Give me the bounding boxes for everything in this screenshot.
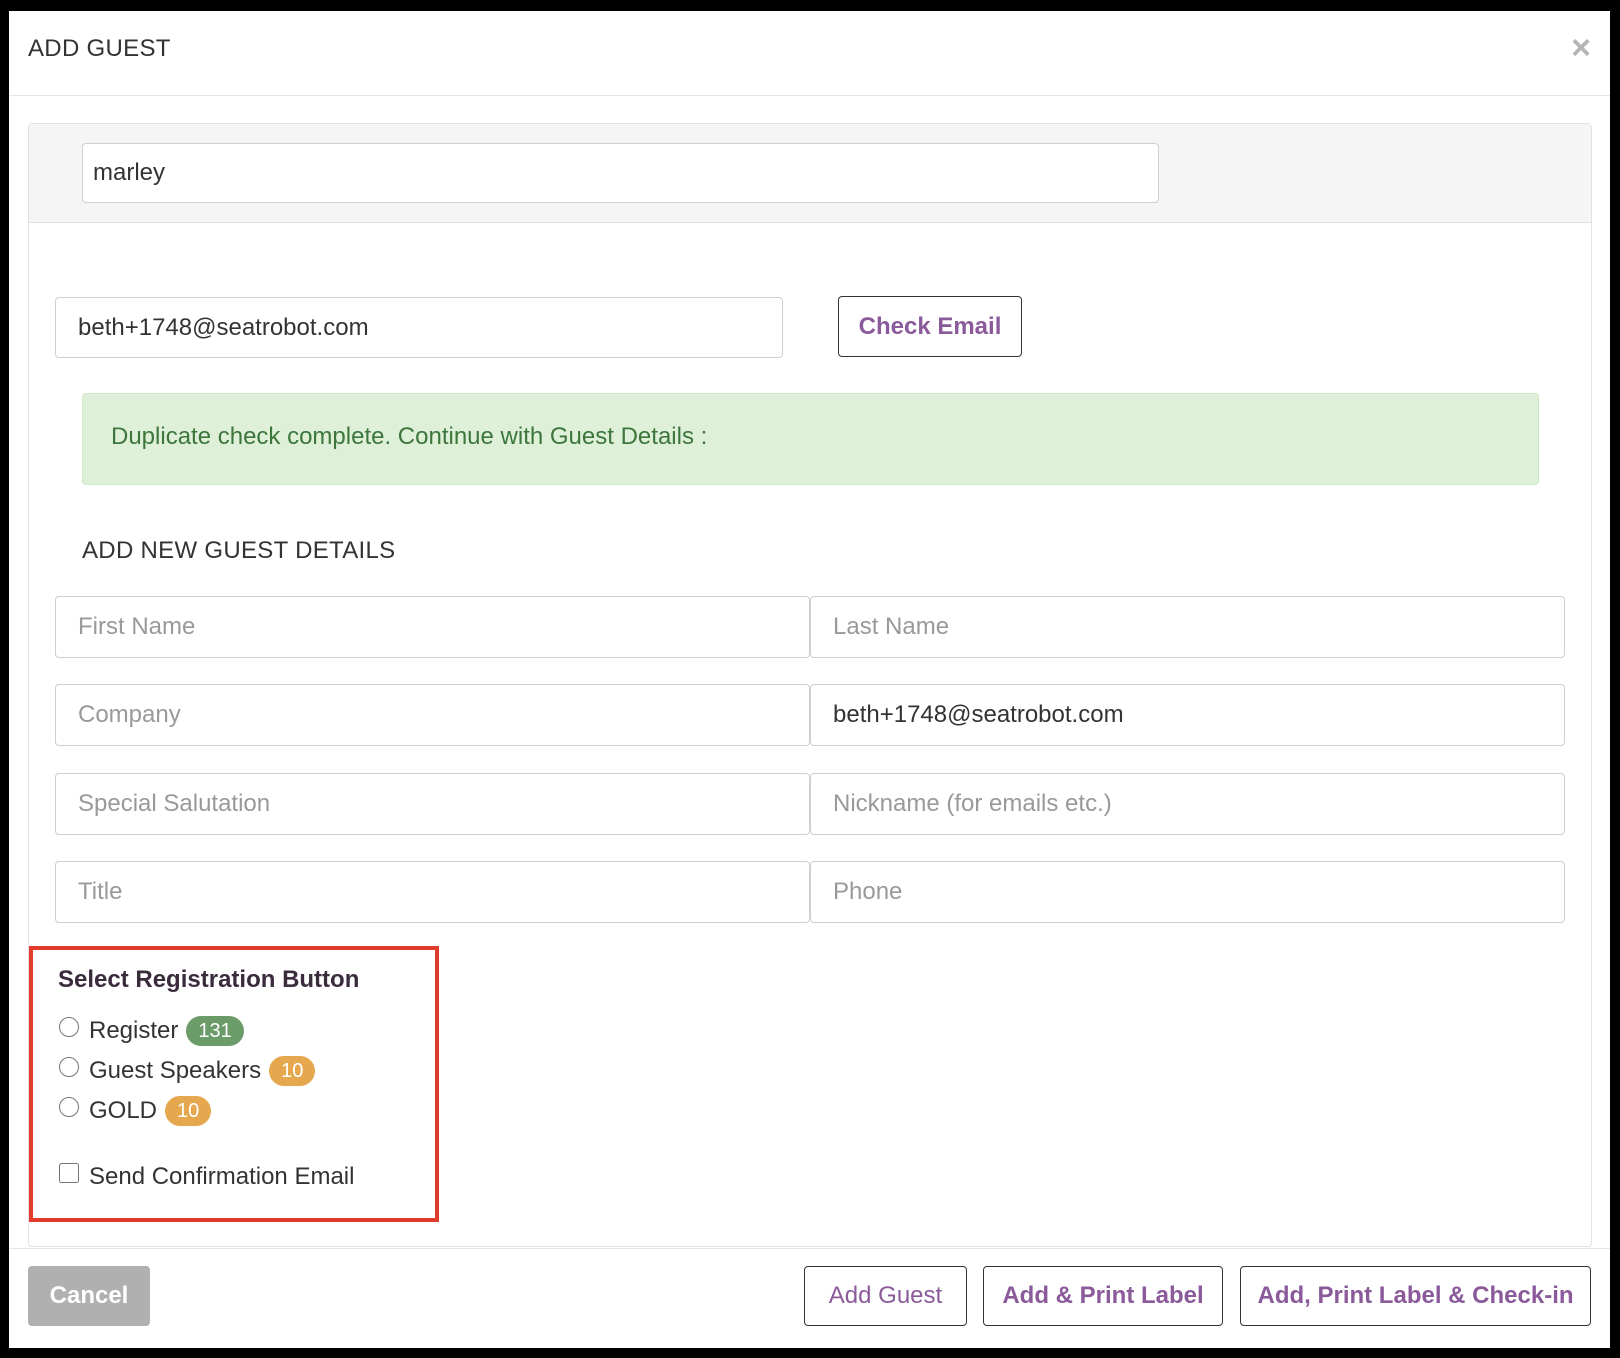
option-label: Register (89, 1017, 179, 1044)
phone-field[interactable] (810, 861, 1565, 923)
nickname-field[interactable] (810, 773, 1565, 835)
section-title: ADD NEW GUEST DETAILS (82, 537, 396, 564)
first-name-field[interactable] (55, 596, 810, 658)
title-field[interactable] (55, 861, 810, 923)
check-email-button[interactable]: Check Email (838, 296, 1022, 357)
count-badge: 10 (269, 1056, 316, 1086)
modal-header: ADD GUEST × (9, 11, 1610, 96)
registration-option-guest-speakers[interactable]: Guest Speakers 10 (55, 1054, 316, 1088)
radio-register[interactable] (59, 1017, 79, 1037)
send-confirmation-label: Send Confirmation Email (89, 1163, 355, 1190)
radio-guest-speakers[interactable] (59, 1057, 79, 1077)
company-field[interactable] (55, 684, 810, 746)
salutation-field[interactable] (55, 773, 810, 835)
add-print-label-button[interactable]: Add & Print Label (983, 1266, 1223, 1326)
search-bar (29, 124, 1591, 223)
last-name-field[interactable] (810, 596, 1565, 658)
guest-form-panel: Check Email Duplicate check complete. Co… (28, 123, 1592, 1247)
search-input[interactable] (82, 143, 1159, 203)
close-icon[interactable]: × (1566, 31, 1596, 65)
email-check-input[interactable] (55, 297, 783, 358)
count-badge: 10 (165, 1096, 212, 1126)
option-label: GOLD (89, 1097, 158, 1124)
registration-option-register[interactable]: Register 131 (55, 1014, 244, 1048)
email-field[interactable] (810, 684, 1565, 746)
registration-button-selector: Select Registration Button Register 131 … (29, 946, 439, 1222)
modal-title: ADD GUEST (28, 35, 171, 62)
footer-divider (9, 1248, 1610, 1249)
radio-gold[interactable] (59, 1097, 79, 1117)
send-confirmation-option[interactable]: Send Confirmation Email (55, 1160, 354, 1194)
cancel-button[interactable]: Cancel (28, 1266, 150, 1326)
registration-title: Select Registration Button (58, 966, 360, 993)
count-badge: 131 (186, 1016, 244, 1046)
add-print-checkin-button[interactable]: Add, Print Label & Check-in (1240, 1266, 1591, 1326)
duplicate-check-alert: Duplicate check complete. Continue with … (82, 393, 1539, 485)
option-label: Guest Speakers (89, 1057, 262, 1084)
add-guest-modal: ADD GUEST × Check Email Duplicate check … (9, 11, 1610, 1348)
add-guest-button[interactable]: Add Guest (804, 1266, 967, 1326)
send-confirmation-checkbox[interactable] (59, 1163, 79, 1183)
registration-option-gold[interactable]: GOLD 10 (55, 1094, 212, 1128)
